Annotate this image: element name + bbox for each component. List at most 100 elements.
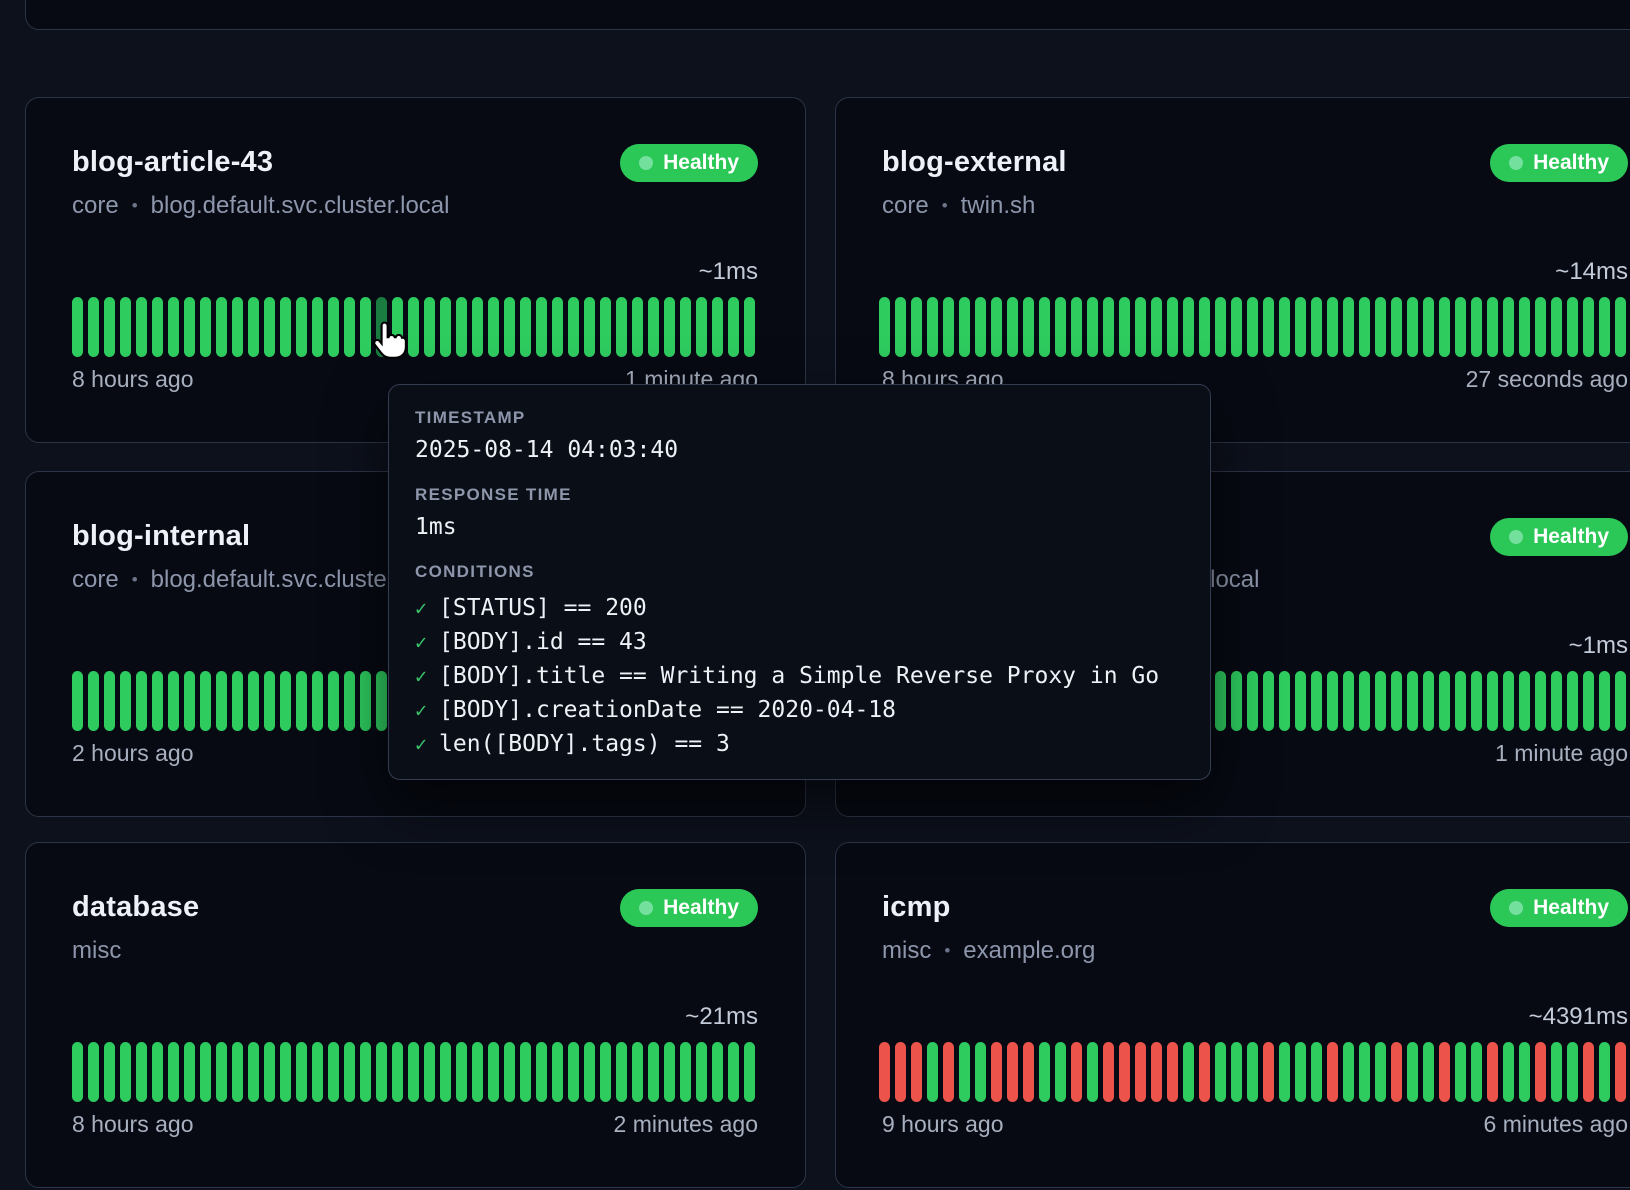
health-bar-up[interactable] [136, 1042, 147, 1102]
health-bar-up[interactable] [1263, 671, 1274, 731]
health-bar-up[interactable] [488, 297, 499, 357]
health-bar-up[interactable] [680, 297, 691, 357]
health-bar-up[interactable] [216, 671, 227, 731]
health-bar-up[interactable] [1535, 297, 1546, 357]
health-bar-up[interactable] [440, 297, 451, 357]
health-bar-up[interactable] [712, 1042, 723, 1102]
health-bar-up[interactable] [1231, 1042, 1242, 1102]
health-bar-up[interactable] [1135, 297, 1146, 357]
health-bar-up[interactable] [1327, 671, 1338, 731]
health-bar-up[interactable] [1471, 1042, 1482, 1102]
health-bar-up[interactable] [488, 1042, 499, 1102]
health-bar-up[interactable] [520, 1042, 531, 1102]
health-bar-down[interactable] [991, 1042, 1002, 1102]
health-bar-up[interactable] [152, 671, 163, 731]
health-bar-up[interactable] [1599, 671, 1610, 731]
health-bar-up[interactable] [1551, 1042, 1562, 1102]
endpoint-card[interactable]: database Healthy misc ~21ms 8 hours ago … [25, 842, 806, 1188]
health-bar-down[interactable] [879, 1042, 890, 1102]
health-bar-up[interactable] [568, 297, 579, 357]
health-bar-up[interactable] [1247, 297, 1258, 357]
health-bar-up[interactable] [1279, 1042, 1290, 1102]
health-bar-up[interactable] [696, 1042, 707, 1102]
health-bar-up[interactable] [1375, 671, 1386, 731]
health-bar-up[interactable] [728, 1042, 739, 1102]
health-bar-up[interactable] [879, 297, 890, 357]
health-bar-up[interactable] [328, 1042, 339, 1102]
health-bar-up[interactable] [104, 297, 115, 357]
health-bar-up[interactable] [1487, 297, 1498, 357]
health-bar-up[interactable] [1455, 297, 1466, 357]
health-bar-up[interactable] [1311, 1042, 1322, 1102]
health-bar-up[interactable] [424, 297, 435, 357]
health-bar-down[interactable] [1135, 1042, 1146, 1102]
health-bar-up[interactable] [1119, 297, 1130, 357]
health-bar-up[interactable] [728, 297, 739, 357]
health-bar-up[interactable] [536, 1042, 547, 1102]
health-bar-up[interactable] [1279, 671, 1290, 731]
health-bar-up[interactable] [72, 1042, 83, 1102]
health-bar-up[interactable] [911, 297, 922, 357]
health-bar-up[interactable] [536, 297, 547, 357]
health-bar-up[interactable] [1615, 297, 1626, 357]
health-bar-up[interactable] [120, 1042, 131, 1102]
health-bar-up[interactable] [1295, 1042, 1306, 1102]
health-bar-up[interactable] [1007, 297, 1018, 357]
health-bar-up[interactable] [664, 297, 675, 357]
health-bar-up[interactable] [552, 1042, 563, 1102]
health-bar-up[interactable] [280, 1042, 291, 1102]
health-bar-up[interactable] [376, 297, 387, 357]
health-bar-up[interactable] [1407, 1042, 1418, 1102]
health-bar-up[interactable] [1423, 671, 1434, 731]
health-bar-up[interactable] [504, 297, 515, 357]
health-bar-up[interactable] [88, 1042, 99, 1102]
health-bar-up[interactable] [264, 1042, 275, 1102]
health-bar-down[interactable] [1487, 1042, 1498, 1102]
health-bar-up[interactable] [632, 1042, 643, 1102]
health-bar-up[interactable] [184, 671, 195, 731]
health-bar-up[interactable] [1375, 1042, 1386, 1102]
health-bar-up[interactable] [248, 671, 259, 731]
health-bar-up[interactable] [1391, 671, 1402, 731]
health-bar-up[interactable] [1359, 671, 1370, 731]
health-bar-up[interactable] [296, 671, 307, 731]
health-bar-up[interactable] [456, 297, 467, 357]
health-bar-up[interactable] [440, 1042, 451, 1102]
health-bar-up[interactable] [1327, 297, 1338, 357]
health-bar-up[interactable] [232, 671, 243, 731]
endpoint-card[interactable]: icmp Healthy misc • example.org ~4391ms … [835, 842, 1630, 1188]
health-bar-up[interactable] [1519, 297, 1530, 357]
health-bar-up[interactable] [1343, 671, 1354, 731]
uptime-bar-chart[interactable] [72, 297, 755, 357]
health-bar-up[interactable] [1311, 671, 1322, 731]
health-bar-up[interactable] [168, 671, 179, 731]
health-bar-up[interactable] [312, 297, 323, 357]
health-bar-up[interactable] [296, 297, 307, 357]
health-bar-up[interactable] [1567, 1042, 1578, 1102]
health-bar-up[interactable] [991, 297, 1002, 357]
health-bar-up[interactable] [744, 1042, 755, 1102]
health-bar-up[interactable] [632, 297, 643, 357]
health-bar-up[interactable] [200, 297, 211, 357]
health-bar-up[interactable] [959, 1042, 970, 1102]
health-bar-down[interactable] [1263, 1042, 1274, 1102]
health-bar-up[interactable] [104, 671, 115, 731]
health-bar-up[interactable] [927, 297, 938, 357]
health-bar-up[interactable] [1343, 297, 1354, 357]
health-bar-up[interactable] [104, 1042, 115, 1102]
health-bar-up[interactable] [959, 297, 970, 357]
health-bar-up[interactable] [1039, 1042, 1050, 1102]
health-bar-up[interactable] [1391, 297, 1402, 357]
health-bar-down[interactable] [1007, 1042, 1018, 1102]
health-bar-up[interactable] [392, 1042, 403, 1102]
health-bar-up[interactable] [696, 297, 707, 357]
health-bar-up[interactable] [232, 297, 243, 357]
health-bar-up[interactable] [184, 1042, 195, 1102]
health-bar-up[interactable] [1439, 671, 1450, 731]
health-bar-up[interactable] [1071, 297, 1082, 357]
health-bar-up[interactable] [1519, 1042, 1530, 1102]
health-bar-up[interactable] [72, 297, 83, 357]
health-bar-up[interactable] [120, 671, 131, 731]
health-bar-up[interactable] [648, 297, 659, 357]
health-bar-up[interactable] [376, 671, 387, 731]
